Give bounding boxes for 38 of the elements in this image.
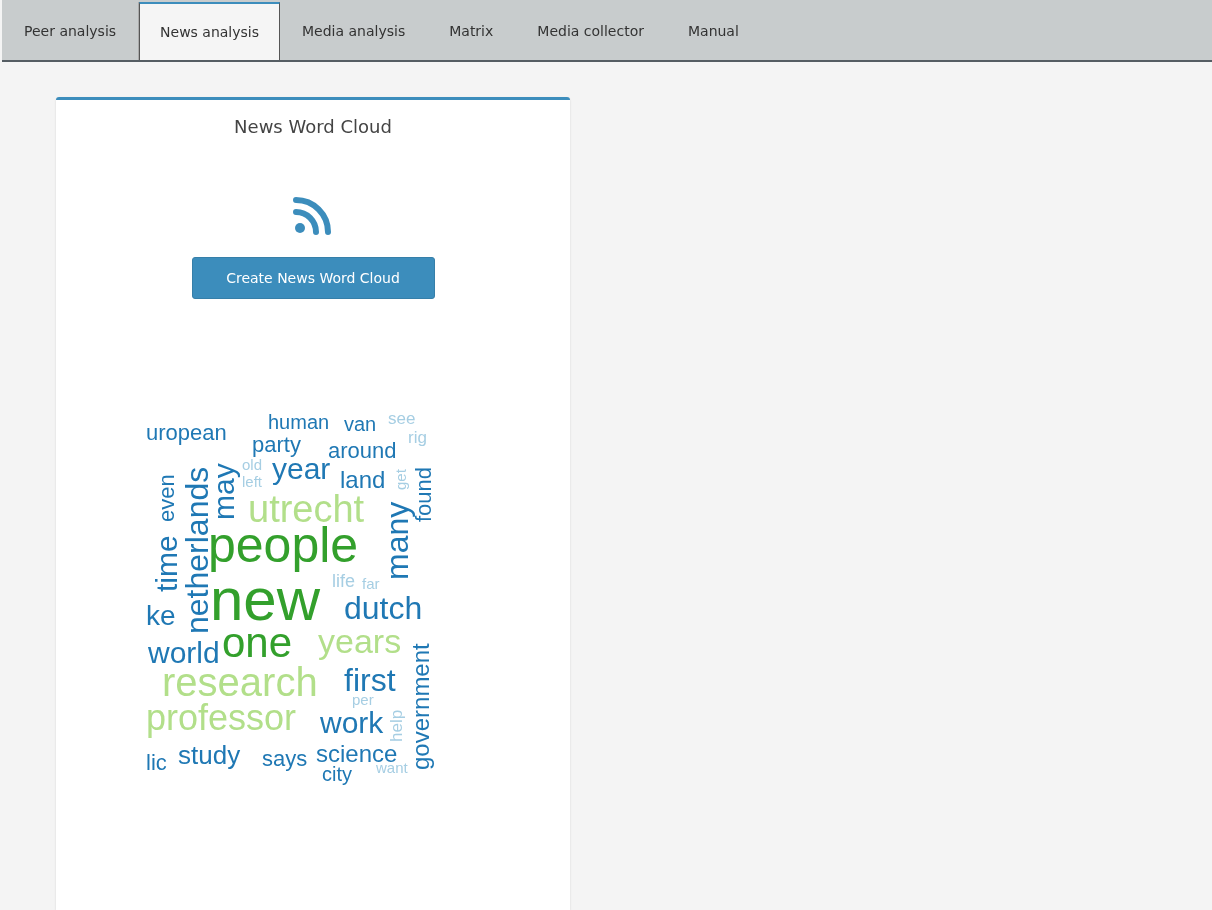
cloud-word: far xyxy=(362,576,380,591)
cloud-word: many xyxy=(381,501,413,580)
tab[interactable]: Media collector xyxy=(515,2,666,60)
cloud-word: help xyxy=(388,709,405,742)
cloud-word: left xyxy=(242,474,262,489)
card-title: News Word Cloud xyxy=(234,116,392,137)
cloud-word: old xyxy=(242,457,263,472)
tab[interactable]: News analysis xyxy=(139,2,281,60)
cloud-word: party xyxy=(252,434,301,456)
cloud-word: says xyxy=(262,748,308,770)
cloud-word: study xyxy=(178,742,241,768)
cloud-word: work xyxy=(320,708,384,738)
cloud-word: see xyxy=(388,412,416,427)
cloud-word: time xyxy=(152,535,182,592)
cloud-word: may xyxy=(209,463,239,520)
cloud-word: life xyxy=(332,572,355,590)
cloud-word: years xyxy=(318,624,402,658)
cloud-word: even xyxy=(156,474,178,522)
cloud-word: professor xyxy=(146,700,297,736)
cloud-word: city xyxy=(322,764,352,784)
create-button[interactable]: Create News Word Cloud xyxy=(191,257,435,299)
tab[interactable]: Manual xyxy=(665,2,761,60)
cloud-word: ke xyxy=(146,602,176,630)
cloud-word: lic xyxy=(146,752,167,774)
cloud-word: around xyxy=(328,440,397,462)
tab[interactable]: Matrix xyxy=(427,2,516,60)
cloud-word: dutch xyxy=(344,592,423,624)
cloud-word: rig xyxy=(408,429,427,446)
cloud-word: one xyxy=(222,622,293,664)
cloud-word: uropean xyxy=(146,422,227,444)
cloud-word: van xyxy=(344,414,377,434)
cloud-word: get xyxy=(393,469,408,490)
rss-icon xyxy=(293,195,333,235)
cloud-word: human xyxy=(268,412,330,432)
cloud-word: government xyxy=(409,643,433,770)
cloud-word: science xyxy=(316,742,398,766)
cloud-word: land xyxy=(340,468,386,492)
tab[interactable]: Media analysis xyxy=(280,2,428,60)
